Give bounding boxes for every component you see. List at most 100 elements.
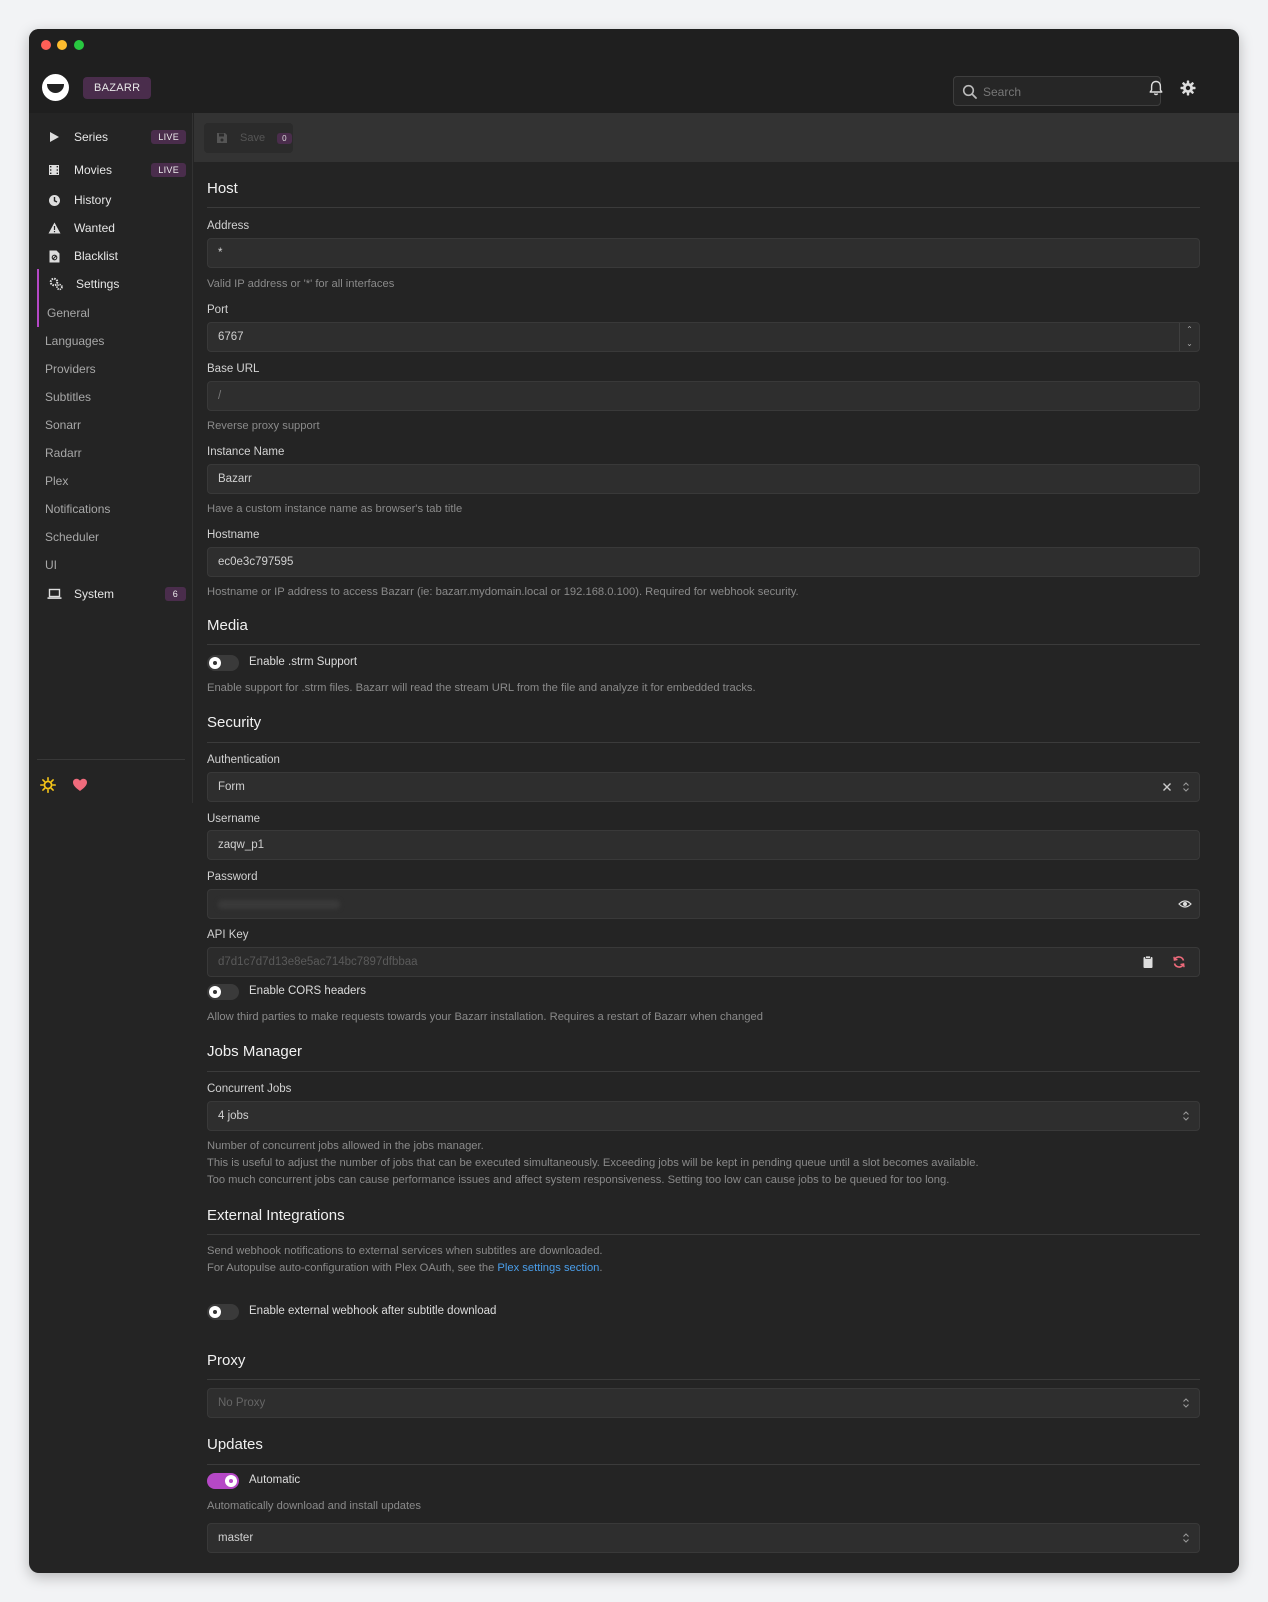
address-field[interactable]: * [207,238,1200,268]
automatic-updates-hint: Automatically download and install updat… [207,1500,421,1512]
chevron-up-icon[interactable]: ⌃ [1180,323,1199,337]
section-divider [207,1464,1200,1465]
cors-toggle[interactable] [207,984,239,1000]
settings-sub-languages[interactable]: Languages [45,334,104,348]
external-webhook-toggle[interactable] [207,1304,239,1320]
laptop-icon [46,586,62,602]
password-label: Password [207,871,258,883]
address-value: * [218,247,223,259]
settings-sub-sonarr[interactable]: Sonarr [45,418,81,432]
authentication-value: Form [218,781,245,793]
system-count-badge: 6 [164,587,186,601]
instance-name-field[interactable]: Bazarr [207,464,1200,494]
app-header: BAZARR [29,61,1239,113]
port-field[interactable]: 6767 ⌃ ⌄ [207,322,1200,352]
live-badge: LIVE [151,130,186,144]
hostname-value: ec0e3c797595 [218,556,294,568]
external-webhook-label: Enable external webhook after subtitle d… [249,1305,497,1317]
close-window-button[interactable] [41,40,51,50]
hostname-label: Hostname [207,529,260,541]
settings-sub-radarr[interactable]: Radarr [45,446,82,460]
settings-sub-subtitles[interactable]: Subtitles [45,390,91,404]
proxy-select[interactable]: No Proxy [207,1388,1200,1418]
bazarr-logo-icon[interactable] [42,74,69,101]
chevron-up-down-icon [1183,1533,1189,1543]
app-window: BAZARR Series LIVE Movies LIVE History W… [29,29,1239,1573]
branch-value: master [218,1532,254,1544]
section-divider [207,207,1200,208]
branch-select[interactable]: master [207,1523,1200,1553]
hostname-hint: Hostname or IP address to access Bazarr … [207,586,799,598]
api-key-label: API Key [207,929,249,941]
search-input[interactable] [983,83,1153,100]
play-icon [46,129,62,145]
bell-icon[interactable] [1147,79,1165,97]
chevron-down-icon[interactable]: ⌄ [1180,337,1199,351]
settings-main: Save 0 Host Address * Valid IP address o… [194,113,1239,1573]
section-title-external: External Integrations [207,1207,345,1224]
section-divider [207,1234,1200,1235]
authentication-select[interactable]: Form [207,772,1200,802]
section-title-jobs: Jobs Manager [207,1043,303,1060]
authentication-label: Authentication [207,754,280,766]
refresh-icon[interactable] [1172,955,1186,969]
sidebar-item-movies[interactable]: Movies LIVE [38,156,186,184]
settings-sub-ui[interactable]: UI [45,558,57,572]
sidebar-item-wanted[interactable]: Wanted [38,214,186,242]
maximize-window-button[interactable] [74,40,84,50]
strm-support-toggle[interactable] [207,655,239,671]
floppy-disk-icon [217,133,227,143]
settings-sub-scheduler[interactable]: Scheduler [45,530,99,544]
gear-icon[interactable] [1179,79,1197,97]
clock-icon [46,192,62,208]
strm-support-label: Enable .strm Support [249,656,358,668]
base-url-placeholder: / [218,390,222,402]
port-label: Port [207,304,229,316]
search-box[interactable] [953,76,1161,106]
save-button[interactable]: Save 0 [204,123,293,153]
chevron-up-down-icon [1183,1111,1189,1121]
active-indicator [37,269,39,327]
automatic-updates-toggle[interactable] [207,1473,239,1489]
sidebar-item-label: Movies [74,163,113,177]
section-divider [207,644,1200,645]
base-url-hint: Reverse proxy support [207,420,320,432]
minimize-window-button[interactable] [57,40,67,50]
brand-badge[interactable]: BAZARR [83,77,152,99]
section-divider [207,742,1200,743]
sidebar-item-settings[interactable]: Settings [40,270,188,298]
settings-sub-providers[interactable]: Providers [45,362,96,376]
eye-icon[interactable] [1178,897,1192,911]
port-stepper[interactable]: ⌃ ⌄ [1179,323,1199,351]
sidebar-item-blacklist[interactable]: Blacklist [38,242,186,270]
concurrent-jobs-hint-3: Too much concurrent jobs can cause perfo… [207,1174,950,1186]
hostname-field[interactable]: ec0e3c797595 [207,547,1200,577]
section-title-updates: Updates [207,1436,263,1453]
concurrent-jobs-value: 4 jobs [218,1110,249,1122]
password-field[interactable] [207,889,1200,919]
settings-sub-plex[interactable]: Plex [45,474,68,488]
external-hint-1: Send webhook notifications to external s… [207,1245,603,1257]
sidebar-item-system[interactable]: System 6 [38,580,186,608]
address-hint: Valid IP address or '*' for all interfac… [207,278,395,290]
sun-icon[interactable] [40,777,56,793]
search-icon [962,84,977,99]
save-label: Save [240,132,266,144]
username-label: Username [207,813,261,825]
section-title-media: Media [207,617,248,634]
settings-sub-notifications[interactable]: Notifications [45,502,110,516]
api-key-field[interactable]: d7d1c7d7d13e8e5ac714bc7897dfbbaa [207,947,1200,977]
concurrent-jobs-hint-2: This is useful to adjust the number of j… [207,1157,979,1169]
base-url-field[interactable]: / [207,381,1200,411]
clipboard-icon[interactable] [1141,955,1155,969]
clear-icon[interactable] [1160,780,1174,794]
heart-icon[interactable] [72,777,88,793]
sidebar-item-series[interactable]: Series LIVE [38,123,186,151]
concurrent-jobs-select[interactable]: 4 jobs [207,1101,1200,1131]
sidebar-item-history[interactable]: History [38,186,186,214]
plex-settings-link[interactable]: Plex settings section [497,1262,599,1274]
username-value: zaqw_p1 [218,839,265,851]
username-field[interactable]: zaqw_p1 [207,830,1200,860]
sidebar-item-label: Settings [76,277,120,291]
settings-sub-general[interactable]: General [47,306,90,320]
